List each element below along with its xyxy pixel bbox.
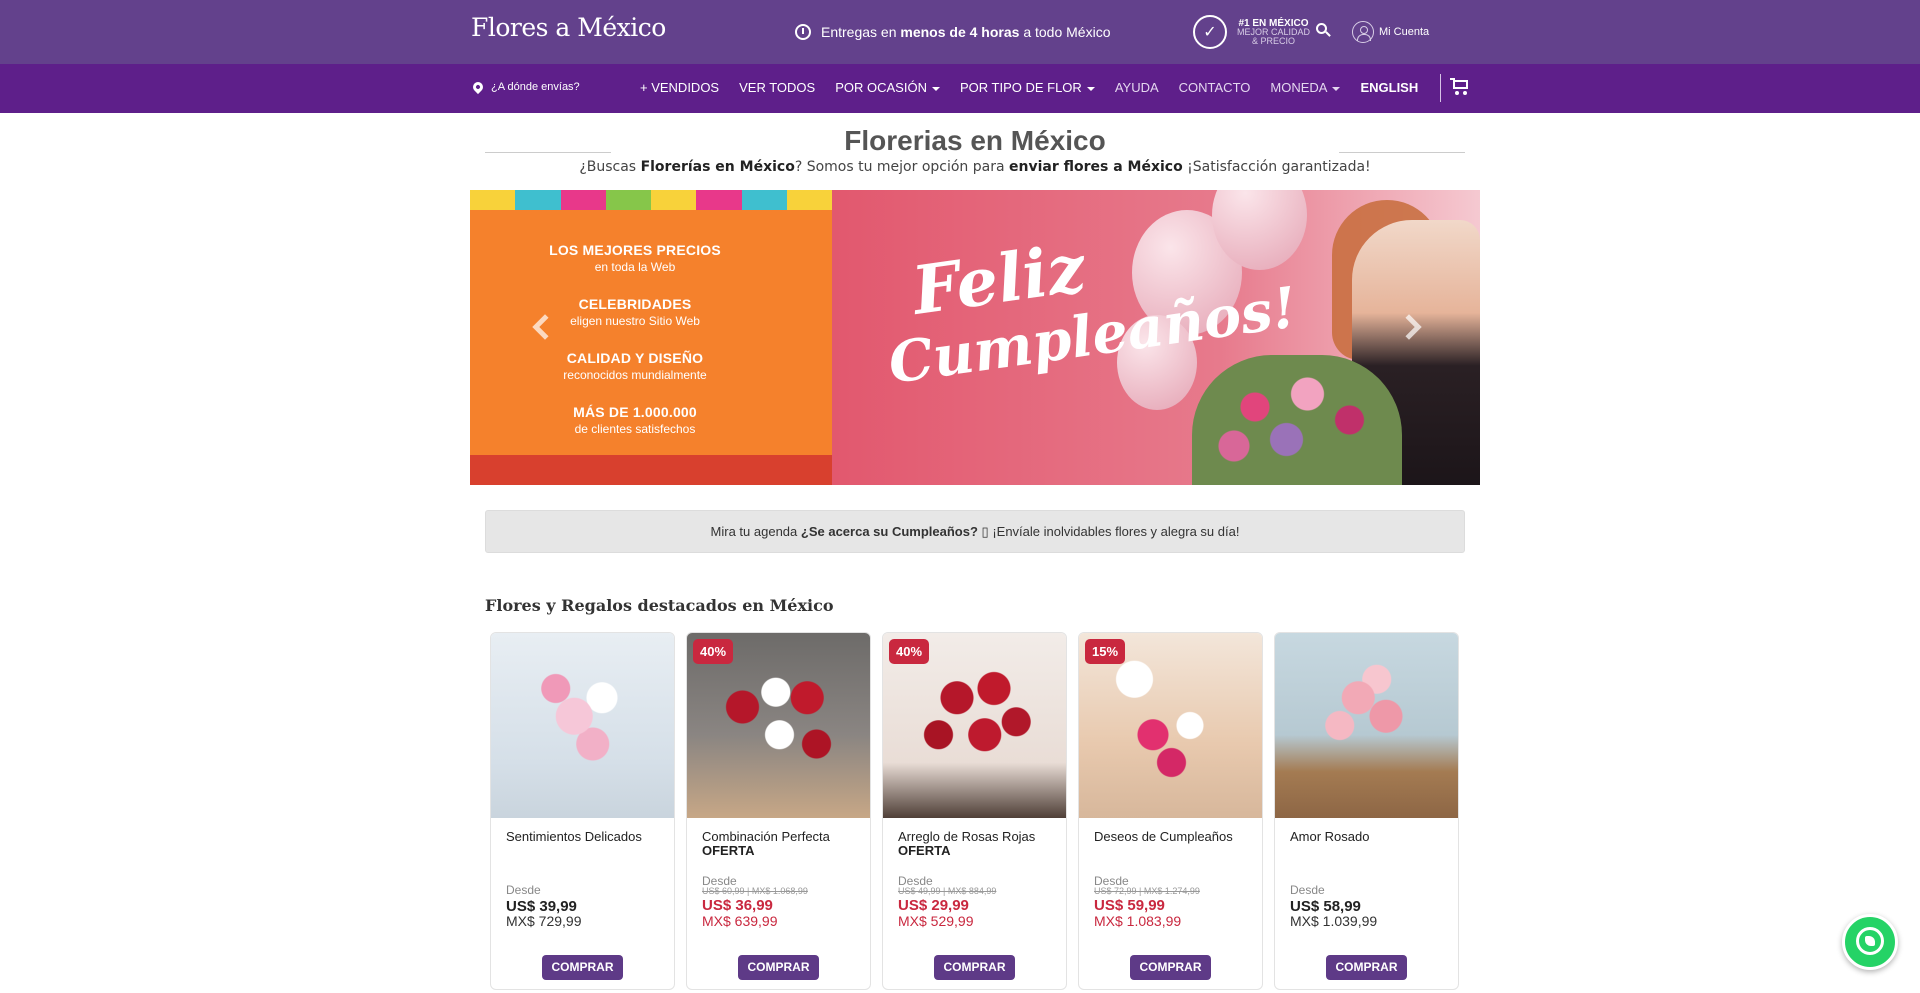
product-name[interactable]: Sentimientos Delicados xyxy=(506,830,666,844)
nav-view-all[interactable]: VER TODOS xyxy=(739,80,815,95)
product-image[interactable] xyxy=(1275,633,1458,818)
clock-icon xyxy=(795,24,811,40)
nav-by-occasion[interactable]: POR OCASIÓN xyxy=(835,80,940,95)
bouquet-image xyxy=(1192,355,1402,485)
caret-down-icon xyxy=(1086,86,1095,91)
caret-down-icon xyxy=(1332,86,1341,91)
nav-help[interactable]: AYUDA xyxy=(1115,80,1159,95)
price-mxn: MX$ 529,99 xyxy=(898,913,974,929)
hero-carousel[interactable]: LOS MEJORES PRECIOS en toda la Web CELEBR… xyxy=(470,190,1480,485)
product-name[interactable]: Combinación Perfecta OFERTA xyxy=(702,830,862,858)
discount-badge: 15% xyxy=(1085,639,1126,664)
divider xyxy=(1339,152,1465,153)
papel-picado-decoration xyxy=(470,190,832,210)
price-usd: US$ 29,99 xyxy=(898,897,969,914)
birthday-slide: Feliz Cumpleaños! xyxy=(832,190,1480,485)
site-logo[interactable]: Flores a México xyxy=(471,13,666,42)
nav-currency[interactable]: MONEDA xyxy=(1270,80,1341,95)
product-card[interactable]: Sentimientos Delicados Desde US$ 39,99 M… xyxy=(490,632,675,990)
page-subtitle: ¿Buscas Florerías en México? Somos tu me… xyxy=(579,159,1371,175)
discount-badge: 40% xyxy=(889,639,930,664)
phone-icon xyxy=(1865,936,1875,946)
product-name[interactable]: Amor Rosado xyxy=(1290,830,1450,844)
product-card[interactable]: Amor Rosado Desde US$ 58,99 MX$ 1.039,99… xyxy=(1274,632,1459,990)
price-usd: US$ 36,99 xyxy=(702,897,773,914)
price-original: US$ 60,99 | MX$ 1.068,99 xyxy=(702,886,808,896)
buy-button[interactable]: COMPRAR xyxy=(542,955,623,980)
section-title: Flores y Regalos destacados en México xyxy=(485,596,834,615)
promo-item: MÁS DE 1.000.000 de clientes satisfechos xyxy=(573,404,697,436)
divider xyxy=(1440,74,1441,102)
buy-button[interactable]: COMPRAR xyxy=(1130,955,1211,980)
product-image[interactable] xyxy=(491,633,674,818)
discount-badge: 40% xyxy=(693,639,734,664)
nav-english[interactable]: ENGLISH xyxy=(1360,80,1418,95)
price-mxn: MX$ 639,99 xyxy=(702,913,778,929)
account-link[interactable]: Mi Cuenta xyxy=(1352,21,1429,43)
map-pin-icon xyxy=(470,79,486,95)
award-check-icon: ✓ xyxy=(1193,15,1227,49)
product-card[interactable]: 40% Arreglo de Rosas Rojas OFERTA Desde U… xyxy=(882,632,1067,990)
price-original: US$ 72,99 | MX$ 1.274,99 xyxy=(1094,886,1200,896)
product-card[interactable]: 15% Deseos de Cumpleaños Desde US$ 72,99… xyxy=(1078,632,1263,990)
nav-best-sellers[interactable]: + VENDIDOS xyxy=(640,80,719,95)
location-selector[interactable]: ¿A dónde envías? xyxy=(470,79,580,95)
price-from-label: Desde xyxy=(1290,883,1325,897)
delivery-promise: Entregas en menos de 4 horas a todo Méxi… xyxy=(795,24,1111,40)
nav-by-flower-type[interactable]: POR TIPO DE FLOR xyxy=(960,80,1095,95)
account-label: Mi Cuenta xyxy=(1379,26,1430,38)
decorative-strip xyxy=(470,455,832,485)
promo-item: CALIDAD Y DISEÑO reconocidos mundialmente xyxy=(563,350,707,382)
whatsapp-chat-button[interactable] xyxy=(1842,914,1898,970)
search-icon[interactable] xyxy=(1316,23,1331,37)
price-usd: US$ 59,99 xyxy=(1094,897,1165,914)
gift-icon: ▯ xyxy=(981,524,989,539)
price-original: US$ 49,99 | MX$ 884,99 xyxy=(898,886,997,896)
main-nav: ¿A dónde envías? + VENDIDOS VER TODOS PO… xyxy=(0,64,1920,113)
promo-panel: LOS MEJORES PRECIOS en toda la Web CELEBR… xyxy=(470,190,832,485)
product-name[interactable]: Deseos de Cumpleaños xyxy=(1094,830,1254,844)
divider xyxy=(485,152,611,153)
price-mxn: MX$ 1.083,99 xyxy=(1094,913,1182,929)
page-title: Florerias en México xyxy=(844,125,1106,156)
promo-item: LOS MEJORES PRECIOS en toda la Web xyxy=(549,242,721,274)
product-card[interactable]: 40% Combinación Perfecta OFERTA Desde US$… xyxy=(686,632,871,990)
location-placeholder: ¿A dónde envías? xyxy=(491,81,580,93)
product-grid: Sentimientos Delicados Desde US$ 39,99 M… xyxy=(490,632,1459,990)
buy-button[interactable]: COMPRAR xyxy=(738,955,819,980)
top-header: Flores a México Entregas en menos de 4 h… xyxy=(0,0,1920,64)
price-mxn: MX$ 729,99 xyxy=(506,913,582,929)
promo-item: CELEBRIDADES eligen nuestro Sitio Web xyxy=(570,296,700,328)
price-from-label: Desde xyxy=(506,883,541,897)
cart-icon[interactable] xyxy=(1450,78,1470,96)
caret-down-icon xyxy=(931,86,940,91)
buy-button[interactable]: COMPRAR xyxy=(934,955,1015,980)
user-icon xyxy=(1352,21,1374,43)
nav-contact[interactable]: CONTACTO xyxy=(1179,80,1251,95)
product-name[interactable]: Arreglo de Rosas Rojas OFERTA xyxy=(898,830,1058,858)
buy-button[interactable]: COMPRAR xyxy=(1326,955,1407,980)
quality-badge: ✓ #1 EN MÉXICO MEJOR CALIDAD & PRECIO xyxy=(1193,15,1310,49)
price-mxn: MX$ 1.039,99 xyxy=(1290,913,1378,929)
birthday-notice: Mira tu agenda ¿Se acerca su Cumpleaños?… xyxy=(485,510,1465,553)
